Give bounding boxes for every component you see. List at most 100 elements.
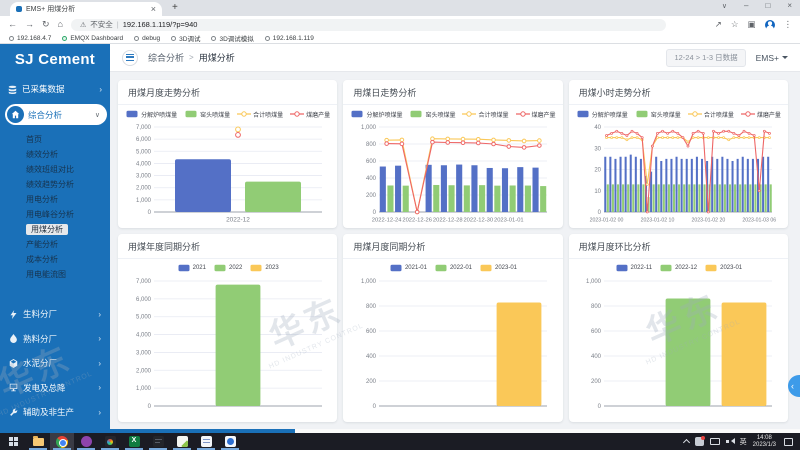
profile-avatar[interactable] [765,20,775,30]
legend-item-3[interactable]: 煤磨产量 [516,110,556,119]
taskbar-file-explorer[interactable] [26,433,50,450]
legend-item-3[interactable]: 煤磨产量 [741,110,781,119]
breadcrumb-separator: > [189,53,194,62]
start-button[interactable] [0,433,26,450]
legend-item-1[interactable]: 窑头喷煤量 [409,110,455,119]
chart-plot[interactable]: 02004006008001,0002022-12-242022-12-2620… [352,121,554,225]
legend-item-0[interactable]: 分解炉喷煤量 [125,110,177,119]
window-maximize-button[interactable] [765,1,770,10]
sidebar-group-collected-data[interactable]: 已采集数据 [8,83,102,95]
taskbar-app-photos[interactable] [98,433,122,450]
legend-item-1[interactable]: 2022-12 [659,264,697,272]
legend-item-2[interactable]: 2023 [249,264,278,272]
legend-item-0[interactable]: 分解炉喷煤量 [350,110,402,119]
taskbar-app-editor[interactable] [170,433,194,450]
bookmark-2[interactable]: debug [134,35,160,42]
sidebar-item-9[interactable]: 用电能流图 [0,267,110,282]
sidebar-item-8[interactable]: 成本分析 [0,252,110,267]
bookmark-4[interactable]: 3D调试模拟 [211,33,253,43]
address-bar[interactable]: 不安全 | 192.168.1.119/?p=940 [71,19,666,31]
chart-legend: 分解炉喷煤量窑头喷煤量合计喷煤量煤磨产量 [343,107,562,121]
taskbar-app-blue[interactable] [218,433,242,450]
new-tab-button[interactable] [172,2,178,13]
user-menu[interactable]: EMS+ [756,53,788,63]
home-icon[interactable] [58,20,63,29]
legend-item-2[interactable]: 2023-01 [479,264,517,272]
legend-item-3[interactable]: 煤磨产量 [290,110,330,119]
sidebar-item-0[interactable]: 首页 [0,132,110,147]
side-panel-icon[interactable] [747,20,755,29]
display-icon[interactable] [710,438,720,445]
reload-icon[interactable] [42,20,50,29]
bookmark-1[interactable]: EMQX Dashboard [62,35,123,42]
sidebar-item-5[interactable]: 用电峰谷分析 [0,207,110,222]
window-minimize-button[interactable] [744,1,748,10]
browser-menu-icon[interactable] [784,20,793,29]
sidebar-item-3[interactable]: 绩效趋势分析 [0,177,110,192]
svg-text:600: 600 [366,159,377,165]
taskbar-clock[interactable]: 14:08 2023/1/3 [753,435,776,449]
bookmark-0[interactable]: 192.168.4.7 [9,35,51,42]
sidebar-item-label: 用电峰谷分析 [26,209,74,220]
hidden-icons-chevron[interactable] [683,439,690,446]
legend-item-1[interactable]: 窑头喷煤量 [184,110,230,119]
sidebar-item-2[interactable]: 绩效班组对比 [0,162,110,177]
back-icon[interactable] [8,20,17,29]
taskbar-app-media[interactable] [146,433,170,450]
legend-item-0[interactable]: 2022-11 [615,264,653,272]
share-icon[interactable] [715,20,722,29]
sidebar-group-3[interactable]: 发电及总降 [0,376,110,401]
legend-item-1[interactable]: 2022 [213,264,242,272]
bookmark-5[interactable]: 192.168.1.119 [265,35,314,42]
bookmark-3[interactable]: 3D调试 [171,33,200,43]
sidebar-group-2[interactable]: 水泥分厂 [0,351,110,376]
sidebar-item-1[interactable]: 绩效分析 [0,147,110,162]
sidebar-group-0[interactable]: 生料分厂 [0,302,110,327]
breadcrumb-root[interactable]: 综合分析 [148,51,184,64]
taskbar-excel[interactable] [122,433,146,450]
sidebar-item-4[interactable]: 用电分析 [0,192,110,207]
bolt-icon [9,310,18,319]
sidebar-item-7[interactable]: 产能分析 [0,237,110,252]
tab-close-icon[interactable] [151,4,156,14]
legend-item-2[interactable]: 合计喷煤量 [688,110,734,119]
forward-icon[interactable] [25,20,34,29]
bookmark-label: 192.168.4.7 [17,35,51,42]
audio-icon[interactable] [726,438,734,445]
browser-tab[interactable]: EMS+ 用煤分析 [10,2,162,16]
chart-plot[interactable]: 0102030402023-01-02 002023-01-02 102023-… [577,121,779,225]
bookmark-star-icon[interactable] [731,20,739,29]
legend-item-0[interactable]: 2021 [177,264,206,272]
sidebar-group-comprehensive-analysis[interactable]: 综合分析 [5,104,107,125]
legend-item-1[interactable]: 窑头喷煤量 [635,110,681,119]
svg-text:400: 400 [366,354,377,360]
sidebar-group-4[interactable]: 辅助及非生产 [0,400,110,425]
sidebar-item-6[interactable]: 用煤分析 [0,222,110,237]
chart-plot[interactable]: 02004006008001,000 [352,275,554,419]
svg-text:0: 0 [373,404,377,410]
legend-item-0[interactable]: 2021-01 [389,264,427,272]
legend-label: 2022 [229,265,242,271]
tab-search-icon[interactable] [722,1,727,10]
chart-plot[interactable]: 01,0002,0003,0004,0005,0006,0007,000 [127,275,329,419]
legend-item-0[interactable]: 分解炉喷煤量 [576,110,628,119]
legend-label: 合计喷煤量 [253,110,283,119]
sidebar-item-label: 用电能流图 [26,269,66,280]
taskbar-app-docs[interactable] [194,433,218,450]
window-close-button[interactable] [787,1,792,10]
action-center-icon[interactable] [784,438,793,446]
taskbar-app-purple[interactable] [74,433,98,450]
taskbar-chrome[interactable] [50,433,74,450]
collapse-menu-button[interactable] [122,50,138,66]
tray-app-badge-icon[interactable] [695,437,704,446]
legend-item-2[interactable]: 合计喷煤量 [237,110,283,119]
legend-item-2[interactable]: 2023-01 [704,264,742,272]
ime-indicator[interactable]: 英 [740,437,747,447]
sidebar-group-1[interactable]: 熟料分厂 [0,327,110,352]
not-secure-icon[interactable] [80,20,86,29]
chart-plot[interactable]: 01,0002,0003,0004,0005,0006,0007,0002022… [127,121,329,225]
chart-plot[interactable]: 02004006008001,000 [577,275,779,419]
legend-item-1[interactable]: 2022-01 [434,264,472,272]
date-range-button[interactable]: 12-24 > 1-3 日数据 [666,49,745,67]
legend-item-2[interactable]: 合计喷煤量 [462,110,508,119]
